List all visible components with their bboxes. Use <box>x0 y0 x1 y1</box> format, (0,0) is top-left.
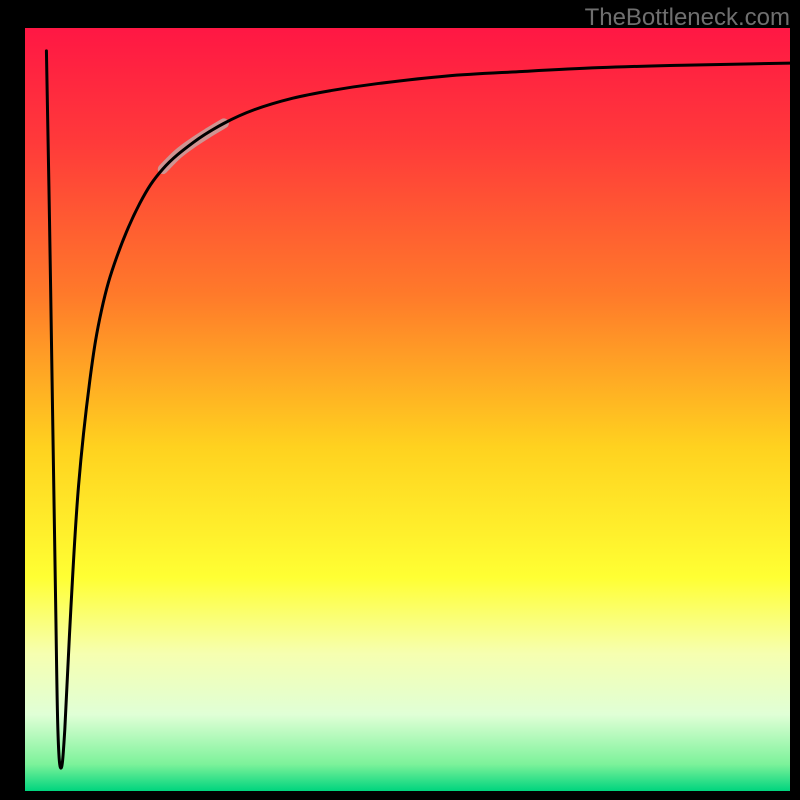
curve-layer <box>25 28 790 791</box>
watermark-text: TheBottleneck.com <box>585 4 790 32</box>
main-curve <box>46 51 790 768</box>
plot-frame <box>25 28 790 791</box>
plot-area <box>25 28 790 791</box>
highlight-segment <box>163 123 224 169</box>
chart-root: TheBottleneck.com <box>0 0 800 800</box>
